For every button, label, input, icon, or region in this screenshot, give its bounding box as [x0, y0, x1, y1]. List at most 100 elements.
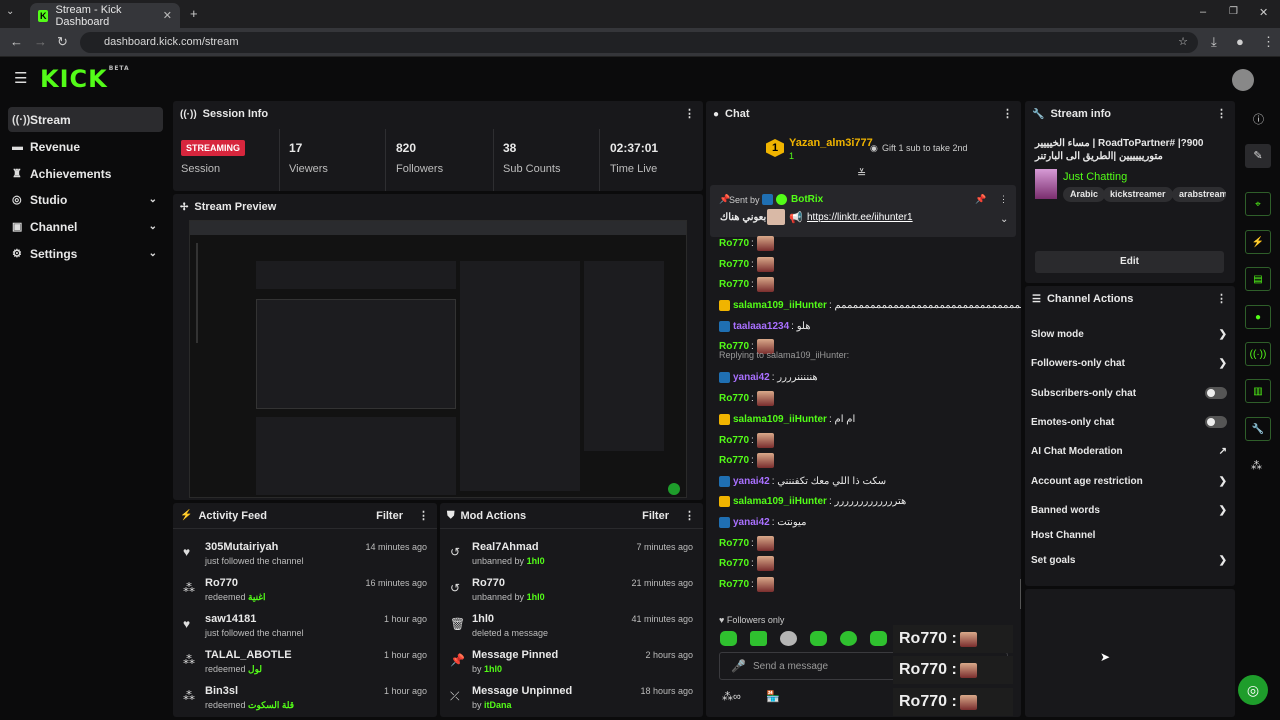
url-field[interactable]: dashboard.kick.com/stream ☆ [80, 32, 1198, 53]
clip-icon[interactable]: ⌖ [1245, 192, 1271, 216]
layout-icon[interactable]: ▥ [1245, 379, 1271, 403]
slow-mode-action[interactable]: Slow mode ❯ [1031, 325, 1227, 343]
points-icon[interactable]: ⁂ [1251, 459, 1262, 472]
points-icon[interactable]: ⁂∞ [722, 690, 741, 703]
sidebar-item-revenue[interactable]: ▬ Revenue [8, 134, 163, 159]
info-icon[interactable]: ⓘ [1253, 111, 1264, 127]
browser-menu-icon[interactable]: ⋮ [1262, 34, 1275, 50]
download-icon[interactable]: ⤓ [1211, 34, 1217, 50]
minimize-icon[interactable]: – [1200, 6, 1206, 18]
edit-layout-icon[interactable]: ✎ [1245, 144, 1271, 168]
chat-username[interactable]: yanai42 [733, 372, 770, 383]
sidebar-item-channel[interactable]: ▣ Channel ⌄ [8, 214, 163, 239]
account-age-action[interactable]: Account age restriction ❯ [1031, 472, 1227, 490]
notes-icon[interactable]: ▤ [1245, 267, 1271, 291]
mod-action-title[interactable]: Real7Ahmad [472, 541, 539, 553]
hamburger-menu-icon[interactable]: ☰ [14, 69, 27, 87]
gift-sub-cta[interactable]: Gift 1 sub to take 2nd [882, 143, 968, 153]
browser-tab[interactable]: K Stream - Kick Dashboard ✕ [30, 3, 180, 28]
mod-action-title[interactable]: Ro770 [472, 577, 505, 589]
ai-moderation-action[interactable]: AI Chat Moderation ↗ [1031, 442, 1227, 460]
user-avatar[interactable] [1232, 69, 1254, 91]
emote-icon[interactable] [840, 631, 857, 646]
chat-username[interactable]: salama109_iiHunter [733, 300, 827, 311]
activity-user[interactable]: saw14181 [205, 613, 256, 625]
store-icon[interactable]: 🏪 [766, 690, 780, 703]
emote-icon[interactable] [780, 631, 797, 646]
back-icon[interactable]: ← [10, 34, 23, 49]
microphone-icon[interactable]: 🎤 [731, 659, 746, 673]
pinned-link[interactable]: https://linktr.ee/iihunter1 [807, 212, 913, 223]
pin-icon[interactable]: 📌 [975, 194, 986, 205]
emote-icon[interactable] [720, 631, 737, 646]
chat-username[interactable]: Ro770 [719, 579, 749, 590]
chat-username[interactable]: salama109_iiHunter [733, 496, 827, 507]
activity-user[interactable]: 305Mutairiyah [205, 541, 278, 553]
forward-icon[interactable]: → [34, 34, 47, 49]
subscribers-only-toggle[interactable] [1205, 387, 1227, 399]
reload-icon[interactable]: ↻ [57, 34, 68, 50]
bookmark-star-icon[interactable]: ☆ [1178, 32, 1188, 53]
tag-arabstreamer[interactable]: arabstreame [1172, 187, 1226, 202]
activity-user[interactable]: TALAL_ABOTLE [205, 649, 292, 661]
sidebar-item-studio[interactable]: ◎ Studio ⌄ [8, 187, 163, 212]
tab-list-icon[interactable]: ⌄ [6, 6, 14, 17]
sidebar-item-settings[interactable]: ⚙ Settings ⌄ [8, 241, 163, 266]
stream-preview-video[interactable] [189, 220, 687, 498]
set-goals-action[interactable]: Set goals ❯ [1031, 551, 1227, 569]
more-options-icon[interactable]: ⋮ [684, 509, 695, 522]
chat-username[interactable]: salama109_iiHunter [733, 414, 827, 425]
chat-username[interactable]: Ro770 [719, 238, 749, 249]
collapse-icon[interactable]: ≚ [857, 167, 866, 180]
bot-name[interactable]: BotRix [791, 194, 823, 205]
chat-username[interactable]: yanai42 [733, 517, 770, 528]
broadcast-icon[interactable]: ((·)) [1245, 342, 1271, 366]
kick-logo[interactable]: KICKBETA [40, 65, 130, 93]
mod-action-title[interactable]: 1hl0 [472, 613, 494, 625]
filter-button[interactable]: Filter [376, 510, 403, 522]
chat-username[interactable]: Ro770 [719, 558, 749, 569]
edit-button[interactable]: Edit [1035, 251, 1224, 273]
sidebar-item-achievements[interactable]: ♜ Achievements [8, 161, 163, 186]
activity-user[interactable]: Bin3sl [205, 685, 238, 697]
chat-username[interactable]: taalaaa1234 [733, 321, 789, 332]
emotes-only-toggle[interactable] [1205, 416, 1227, 428]
profile-icon[interactable]: ● [1236, 34, 1244, 49]
chevron-down-icon[interactable]: ⌄ [1000, 214, 1008, 225]
close-tab-icon[interactable]: ✕ [163, 9, 172, 22]
tag-arabic[interactable]: Arabic [1063, 187, 1106, 202]
new-tab-icon[interactable]: + [190, 6, 198, 21]
followers-only-action[interactable]: Followers-only chat ❯ [1031, 354, 1227, 372]
chat-username[interactable]: yanai42 [733, 476, 770, 487]
category-thumbnail[interactable] [1035, 169, 1057, 199]
chat-username[interactable]: Ro770 [719, 393, 749, 404]
chat-username[interactable]: Ro770 [719, 455, 749, 466]
more-options-icon[interactable]: ⋮ [1002, 107, 1013, 120]
support-icon[interactable]: ◎ [1238, 675, 1268, 705]
more-options-icon[interactable]: ⋮ [418, 509, 429, 522]
chat-username[interactable]: Ro770 [719, 279, 749, 290]
restore-icon[interactable]: ❐ [1229, 6, 1238, 17]
sidebar-item-stream[interactable]: ((·)) Stream [8, 107, 163, 132]
more-options-icon[interactable]: ⋮ [1216, 107, 1227, 120]
mod-action-title[interactable]: Message Pinned [472, 649, 558, 661]
close-window-icon[interactable]: ✕ [1259, 6, 1268, 19]
banned-words-action[interactable]: Banned words ❯ [1031, 501, 1227, 519]
mod-action-title[interactable]: Message Unpinned [472, 685, 572, 697]
lightning-icon[interactable]: ⚡ [1245, 230, 1271, 254]
emote-icon[interactable] [870, 631, 887, 646]
chat-username[interactable]: Ro770 [719, 538, 749, 549]
chat-scrollbar[interactable] [1020, 579, 1021, 609]
activity-user[interactable]: Ro770 [205, 577, 238, 589]
tag-kickstreamer[interactable]: kickstreamer [1103, 187, 1173, 202]
more-options-icon[interactable]: ⋮ [684, 107, 695, 120]
emote-icon[interactable] [810, 631, 827, 646]
chat-bubble-icon[interactable]: ● [1245, 305, 1271, 329]
wrench-icon[interactable]: 🔧 [1245, 417, 1271, 441]
emote-icon[interactable] [750, 631, 767, 646]
more-options-icon[interactable]: ⋮ [999, 194, 1008, 205]
chat-username[interactable]: Ro770 [719, 259, 749, 270]
top-gifter-name[interactable]: Yazan_alm3i777 [789, 137, 873, 149]
more-options-icon[interactable]: ⋮ [1216, 292, 1227, 305]
host-channel-action[interactable]: Host Channel [1031, 526, 1227, 544]
